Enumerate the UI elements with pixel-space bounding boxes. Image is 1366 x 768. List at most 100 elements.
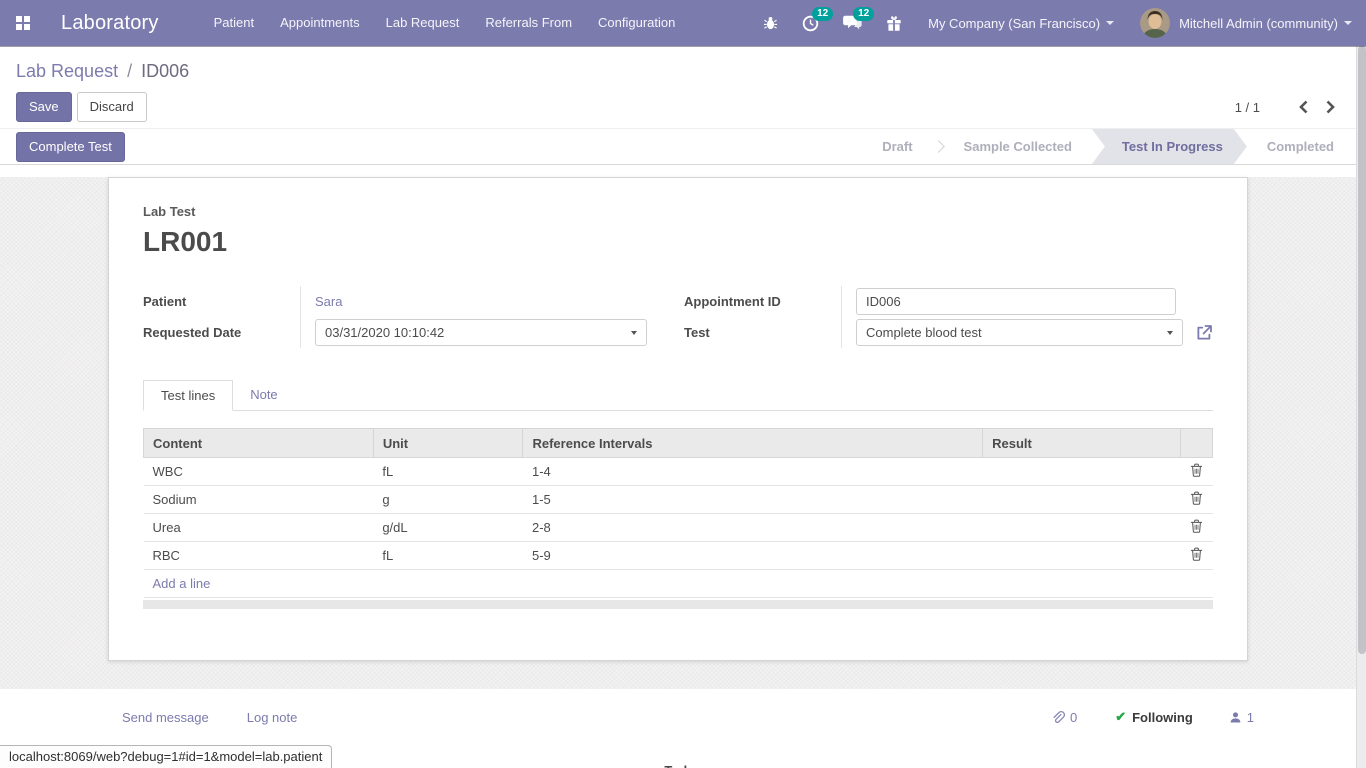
table-row: Urea g/dL 2-8 bbox=[144, 514, 1213, 542]
cell-unit[interactable]: g bbox=[373, 486, 523, 514]
breadcrumb-parent[interactable]: Lab Request bbox=[16, 61, 118, 81]
cell-reference[interactable]: 2-8 bbox=[523, 514, 983, 542]
cell-result[interactable] bbox=[983, 458, 1181, 486]
activities-badge: 12 bbox=[812, 7, 833, 21]
cell-result[interactable] bbox=[983, 514, 1181, 542]
following-button[interactable]: ✔ Following bbox=[1115, 709, 1193, 725]
header-reference-intervals[interactable]: Reference Intervals bbox=[523, 429, 983, 458]
nav-item-referrals-from[interactable]: Referrals From bbox=[472, 0, 585, 46]
screen: Laboratory Patient Appointments Lab Requ… bbox=[0, 0, 1366, 768]
field-column-left: Patient Sara Requested Date 03/31/2020 1… bbox=[143, 286, 672, 348]
nav-right: 12 12 My Company (San Francisco) Mitchel… bbox=[739, 8, 1366, 38]
appointment-id-label: Appointment ID bbox=[684, 286, 842, 317]
gift-icon[interactable] bbox=[886, 15, 902, 32]
add-a-line-link[interactable]: Add a line bbox=[153, 576, 211, 591]
nav-item-patient[interactable]: Patient bbox=[201, 0, 267, 46]
attachments-button[interactable]: 0 bbox=[1050, 709, 1077, 725]
requested-date-label: Requested Date bbox=[143, 317, 301, 348]
cell-result[interactable] bbox=[983, 542, 1181, 570]
field-row-patient: Patient Sara bbox=[143, 286, 672, 317]
company-switcher[interactable]: My Company (San Francisco) bbox=[928, 16, 1114, 31]
messages-button[interactable]: 12 bbox=[843, 15, 862, 31]
messages-badge: 12 bbox=[853, 7, 874, 21]
cell-content[interactable]: RBC bbox=[144, 542, 374, 570]
nav-item-appointments[interactable]: Appointments bbox=[267, 0, 373, 46]
tab-test-lines[interactable]: Test lines bbox=[143, 380, 233, 411]
cell-reference[interactable]: 1-5 bbox=[523, 486, 983, 514]
pager-next-icon[interactable] bbox=[1325, 100, 1336, 114]
today-label: Today bbox=[652, 763, 713, 768]
pager-value[interactable]: 1 / 1 bbox=[1235, 100, 1260, 115]
cell-result[interactable] bbox=[983, 486, 1181, 514]
cell-reference[interactable]: 5-9 bbox=[523, 542, 983, 570]
avatar bbox=[1140, 8, 1170, 38]
pager: 1 / 1 bbox=[1235, 100, 1350, 115]
add-line-row: Add a line bbox=[144, 570, 1213, 598]
status-step-completed[interactable]: Completed bbox=[1247, 129, 1354, 164]
cell-unit[interactable]: fL bbox=[373, 458, 523, 486]
test-select[interactable]: Complete blood test bbox=[856, 319, 1183, 346]
user-menu[interactable]: Mitchell Admin (community) bbox=[1140, 8, 1352, 38]
complete-test-button[interactable]: Complete Test bbox=[16, 132, 125, 162]
chevron-down-icon bbox=[1106, 21, 1114, 25]
cell-content[interactable]: Sodium bbox=[144, 486, 374, 514]
requested-date-input[interactable]: 03/31/2020 10:10:42 bbox=[315, 319, 647, 346]
save-button[interactable]: Save bbox=[16, 92, 72, 122]
breadcrumb: Lab Request / ID006 bbox=[16, 59, 1350, 83]
app-title[interactable]: Laboratory bbox=[61, 12, 159, 35]
send-message-button[interactable]: Send message bbox=[122, 710, 209, 725]
cell-reference[interactable]: 1-4 bbox=[523, 458, 983, 486]
trash-icon[interactable] bbox=[1190, 491, 1203, 505]
sheet-label: Lab Test bbox=[143, 204, 1213, 219]
trash-icon[interactable] bbox=[1190, 547, 1203, 561]
appointment-id-input[interactable] bbox=[856, 288, 1176, 315]
scrollbar-thumb[interactable] bbox=[1358, 46, 1366, 654]
cell-content[interactable]: Urea bbox=[144, 514, 374, 542]
form-sheet: Lab Test LR001 Patient Sara Requested Da… bbox=[108, 177, 1248, 661]
table-header-row: Content Unit Reference Intervals Result bbox=[144, 429, 1213, 458]
followers-button[interactable]: 1 bbox=[1229, 710, 1254, 725]
header-unit[interactable]: Unit bbox=[373, 429, 523, 458]
patient-value-link[interactable]: Sara bbox=[315, 294, 342, 309]
cell-unit[interactable]: g/dL bbox=[373, 514, 523, 542]
top-nav: Laboratory Patient Appointments Lab Requ… bbox=[0, 0, 1366, 46]
activities-button[interactable]: 12 bbox=[802, 15, 819, 32]
chevron-right-icon bbox=[932, 140, 945, 153]
form-view-background: Lab Test LR001 Patient Sara Requested Da… bbox=[0, 177, 1366, 689]
external-link-icon[interactable] bbox=[1195, 324, 1213, 342]
table-row: RBC fL 5-9 bbox=[144, 542, 1213, 570]
record-name: LR001 bbox=[143, 226, 1213, 258]
header-content[interactable]: Content bbox=[144, 429, 374, 458]
status-steps: Draft Sample Collected Test In Progress … bbox=[862, 129, 1366, 164]
status-step-draft[interactable]: Draft bbox=[862, 129, 932, 164]
trash-icon[interactable] bbox=[1190, 519, 1203, 533]
tab-note[interactable]: Note bbox=[233, 380, 294, 411]
breadcrumb-current: ID006 bbox=[141, 61, 189, 81]
test-label: Test bbox=[684, 317, 842, 348]
debug-bug-icon[interactable] bbox=[763, 15, 778, 31]
test-lines-table: Content Unit Reference Intervals Result … bbox=[143, 428, 1213, 598]
statusbar: Complete Test Draft Sample Collected Tes… bbox=[0, 128, 1366, 165]
discard-button[interactable]: Discard bbox=[77, 92, 147, 122]
field-row-appointment-id: Appointment ID bbox=[684, 286, 1213, 317]
field-column-right: Appointment ID Test Complete blood test bbox=[684, 286, 1213, 348]
header-result[interactable]: Result bbox=[983, 429, 1181, 458]
apps-menu-icon[interactable] bbox=[16, 16, 31, 31]
table-scrollbar[interactable] bbox=[143, 600, 1213, 609]
status-step-test-in-progress[interactable]: Test In Progress bbox=[1092, 129, 1247, 164]
vertical-scrollbar[interactable] bbox=[1356, 46, 1366, 768]
log-note-button[interactable]: Log note bbox=[247, 710, 298, 725]
trash-icon[interactable] bbox=[1190, 463, 1203, 477]
field-row-requested-date: Requested Date 03/31/2020 10:10:42 bbox=[143, 317, 672, 348]
nav-item-configuration[interactable]: Configuration bbox=[585, 0, 688, 46]
cell-unit[interactable]: fL bbox=[373, 542, 523, 570]
nav-item-lab-request[interactable]: Lab Request bbox=[373, 0, 473, 46]
field-row-test: Test Complete blood test bbox=[684, 317, 1213, 348]
status-step-sample-collected[interactable]: Sample Collected bbox=[944, 129, 1092, 164]
cell-content[interactable]: WBC bbox=[144, 458, 374, 486]
chevron-down-icon bbox=[631, 331, 637, 335]
table-row: WBC fL 1-4 bbox=[144, 458, 1213, 486]
pager-previous-icon[interactable] bbox=[1298, 100, 1309, 114]
control-panel: Lab Request / ID006 Save Discard 1 / 1 bbox=[0, 46, 1366, 128]
follower-count: 1 bbox=[1247, 710, 1254, 725]
